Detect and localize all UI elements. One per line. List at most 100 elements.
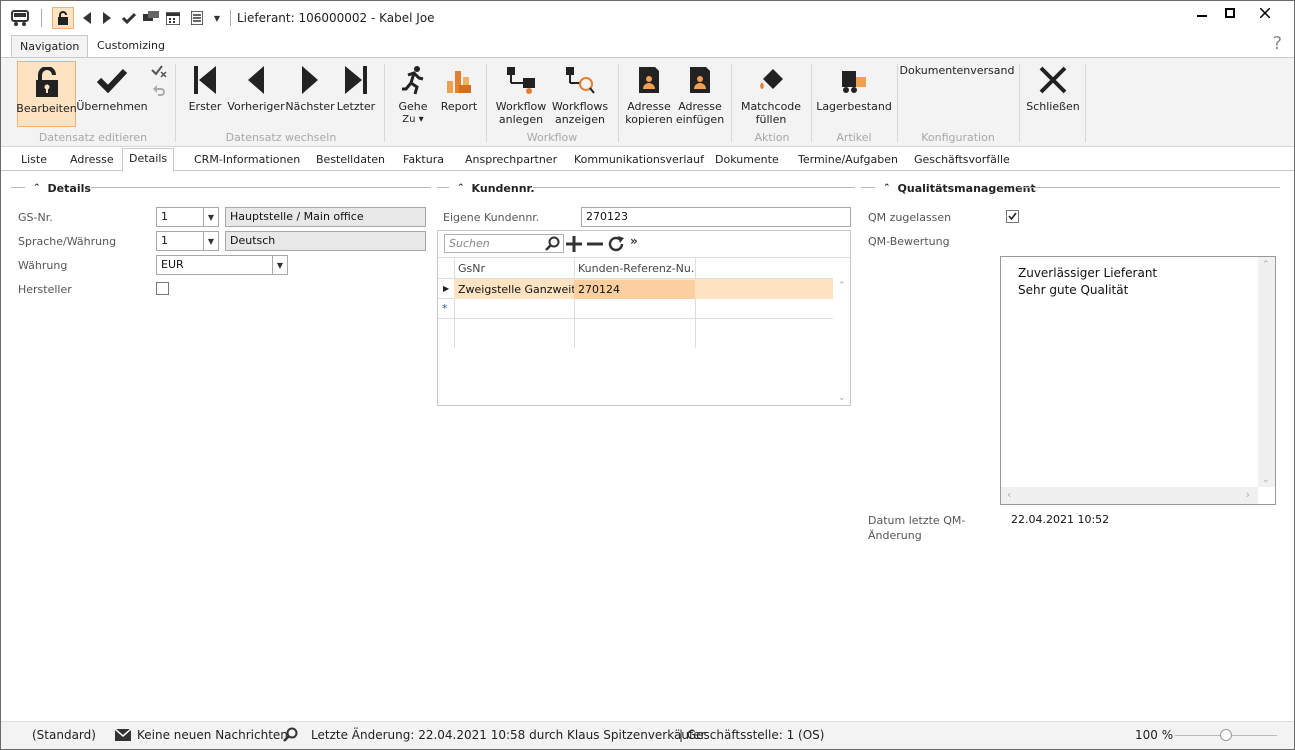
show-workflows-button[interactable]: Workflows anzeigen (551, 60, 609, 126)
collapse-chevron-icon[interactable]: ⌃ (33, 183, 41, 193)
last-button[interactable]: Letzter (337, 60, 375, 113)
refresh-icon[interactable] (607, 235, 625, 256)
remove-row-icon[interactable] (587, 236, 603, 255)
table-row[interactable]: ▶ Zweigstelle Ganzweit... 270124 (438, 279, 833, 299)
customer-reference-grid: Suchen » GsNr Kunden-Referenz-Nu... ▶ Zw… (437, 230, 851, 406)
document-list-icon[interactable] (187, 8, 207, 28)
close-button[interactable]: Schließen (1026, 60, 1080, 113)
scroll-up-icon[interactable]: ⌃ (1262, 260, 1270, 270)
gs-label: GS-Nr. (18, 211, 53, 224)
dropdown-arrow-icon[interactable]: ▼ (207, 8, 227, 28)
document-shipping-button[interactable]: Dokumentenversand (900, 64, 1015, 77)
search-placeholder: Suchen (449, 237, 490, 250)
currency-value: EUR (161, 258, 184, 271)
tab-details[interactable]: Details (122, 148, 175, 172)
new-row[interactable]: * (438, 299, 833, 319)
forklift-icon (834, 60, 874, 100)
cell-reference[interactable]: 270124 (574, 280, 695, 299)
language-field[interactable]: 1 ▼ (156, 231, 219, 251)
scroll-up-icon[interactable]: ⌃ (838, 281, 846, 291)
divider (230, 10, 231, 26)
currency-select[interactable]: EUR ▼ (156, 255, 288, 275)
tab-dokumente[interactable]: Dokumente (709, 150, 785, 171)
checkmark-icon[interactable] (119, 8, 139, 28)
undo-icon[interactable] (153, 85, 165, 102)
chat-icon[interactable] (141, 8, 161, 28)
group-separator (618, 64, 619, 142)
lock-icon[interactable] (52, 7, 74, 29)
tab-crm[interactable]: CRM-Informationen (188, 150, 306, 171)
tab-liste[interactable]: Liste (15, 150, 53, 171)
search-icon[interactable] (545, 236, 560, 254)
ribbon-tab-customizing[interactable]: Customizing (89, 35, 173, 58)
more-chevron-icon[interactable]: » (630, 234, 638, 248)
dropdown-arrow-icon[interactable]: ▼ (272, 256, 287, 274)
stock-button[interactable]: Lagerbestand (816, 60, 892, 113)
tab-adresse[interactable]: Adresse (64, 150, 120, 171)
add-row-icon[interactable] (566, 236, 582, 255)
help-icon[interactable]: ? (1272, 33, 1282, 54)
tab-ansprechpartner[interactable]: Ansprechpartner (459, 150, 563, 171)
tab-faktura[interactable]: Faktura (397, 150, 450, 171)
tab-geschaeftsvorfaelle[interactable]: Geschäftsvorfälle (908, 150, 1016, 171)
document-shipping-label: Dokumentenversand (899, 64, 1015, 77)
copy-address-button[interactable]: Adresse kopieren (625, 60, 673, 126)
search-icon[interactable] (283, 727, 298, 745)
collapse-chevron-icon[interactable]: ⌃ (457, 183, 465, 193)
grid-vertical-scrollbar[interactable]: ⌃ ⌄ (835, 279, 850, 405)
details-section-header[interactable]: ⌃ Details (33, 181, 91, 195)
arrow-left-icon[interactable] (77, 8, 97, 28)
collapse-chevron-icon[interactable]: ⌃ (883, 183, 891, 193)
ribbon-tab-navigation[interactable]: Navigation (11, 35, 89, 58)
dropdown-arrow-icon[interactable]: ▼ (203, 232, 218, 250)
cell-gsnr[interactable]: Zweigstelle Ganzweit... (454, 280, 574, 299)
qm-allowed-checkbox[interactable] (1006, 210, 1019, 223)
goto-button[interactable]: Gehe Zu ▾ (395, 60, 431, 126)
details-section-title: Details (47, 181, 91, 195)
previous-button[interactable]: Vorheriger (227, 60, 285, 113)
edit-button[interactable]: Bearbeiten (16, 61, 77, 127)
scroll-down-icon[interactable]: ⌄ (838, 393, 846, 403)
paste-address-button[interactable]: Adresse einfügen (676, 60, 724, 126)
workflow-icon (501, 60, 541, 100)
group-label-action: Aktion (754, 131, 790, 144)
close-window-button[interactable] (1251, 3, 1279, 23)
maximize-button[interactable] (1216, 3, 1244, 23)
messages-status[interactable]: Keine neuen Nachrichten (137, 728, 288, 742)
accept-button[interactable]: Übernehmen (76, 60, 148, 113)
first-button[interactable]: Erster (187, 60, 223, 113)
minimize-button[interactable] (1188, 3, 1216, 23)
qm-rating-textarea[interactable]: Zuverlässiger Lieferant Sehr gute Qualit… (1000, 256, 1276, 505)
tab-bestelldaten[interactable]: Bestelldaten (310, 150, 391, 171)
last-label: Letzter (336, 100, 376, 113)
tab-kommunikationsverlauf[interactable]: Kommunikationsverlauf (568, 150, 710, 171)
quality-section-header[interactable]: ⌃ Qualitätsmanagement (883, 181, 1036, 195)
create-workflow-button[interactable]: Workflow anlegen (495, 60, 547, 126)
qm-rating-line-1: Zuverlässiger Lieferant (1018, 266, 1158, 280)
column-header-gsnr[interactable]: GsNr (454, 259, 574, 278)
scroll-down-icon[interactable]: ⌄ (1262, 475, 1270, 485)
check-x-icon[interactable] (151, 64, 167, 81)
calendar-icon[interactable] (163, 8, 183, 28)
own-customer-number-field[interactable]: 270123 (581, 207, 851, 227)
next-button[interactable]: Nächster (285, 60, 335, 113)
scroll-left-icon[interactable]: ‹ (1007, 488, 1011, 501)
customer-number-section-header[interactable]: ⌃ Kundennr. (457, 181, 535, 195)
dropdown-arrow-icon[interactable]: ▼ (203, 208, 218, 226)
profile-status[interactable]: (Standard) (32, 728, 96, 742)
scroll-right-icon[interactable]: › (1246, 488, 1250, 501)
zoom-slider-thumb[interactable] (1220, 729, 1232, 741)
tab-termine[interactable]: Termine/Aufgaben (792, 150, 904, 171)
manufacturer-checkbox[interactable] (156, 282, 169, 295)
ribbon-tabs: Navigation Customizing ? (1, 33, 1294, 58)
report-button[interactable]: Report (439, 60, 479, 113)
gs-number-field[interactable]: 1 ▼ (156, 207, 219, 227)
create-workflow-label: Workflow (495, 100, 547, 113)
group-separator (1085, 64, 1086, 142)
column-header-reference[interactable]: Kunden-Referenz-Nu... (574, 259, 695, 278)
matchcode-button[interactable]: Matchcode füllen (741, 60, 801, 126)
memo-vertical-scrollbar[interactable]: ⌃ ⌄ (1258, 257, 1275, 487)
paint-bucket-icon (751, 60, 791, 100)
memo-horizontal-scrollbar[interactable]: ‹ › (1001, 487, 1258, 504)
arrow-right-icon[interactable] (97, 8, 117, 28)
